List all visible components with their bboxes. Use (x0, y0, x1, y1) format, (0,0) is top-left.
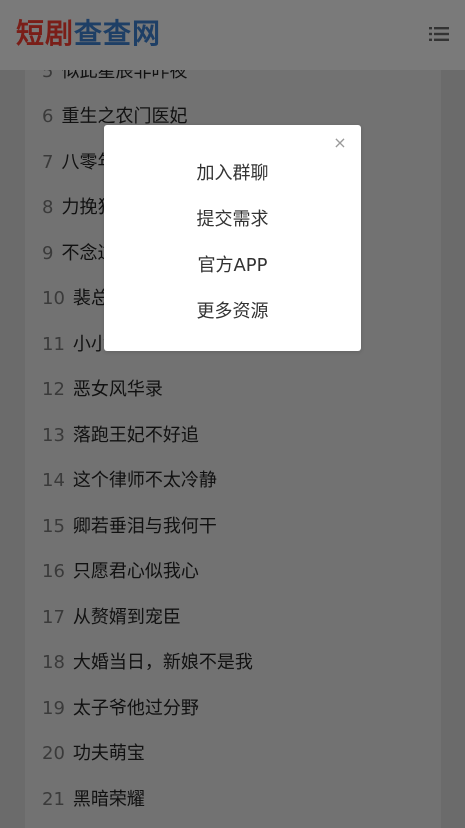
list-item[interactable]: 14 这个律师不太冷静 (42, 466, 217, 496)
list-item[interactable]: 18 大婚当日，新娘不是我 (42, 648, 253, 678)
list-item-title[interactable]: 卿若垂泪与我何干 (73, 516, 217, 537)
list-item[interactable]: 20 功夫萌宝 (42, 739, 145, 769)
more-resources-button[interactable]: 更多资源 (104, 297, 361, 327)
logo-text-blue: 查查网 (74, 17, 162, 50)
list-item-title[interactable]: 重生之农门医妃 (61, 106, 187, 127)
list-item-number: 20 (42, 743, 65, 764)
list-item-title[interactable]: 落跑王妃不好追 (73, 425, 199, 446)
list-item-title[interactable]: 大婚当日，新娘不是我 (73, 652, 253, 673)
list-item-number: 13 (42, 425, 65, 446)
site-header: 短剧查查网 (0, 0, 465, 70)
list-item-number: 19 (42, 698, 65, 719)
list-item-number: 9 (42, 243, 54, 264)
list-item-title[interactable]: 这个律师不太冷静 (73, 470, 217, 491)
list-item-title[interactable]: 黑暗荣耀 (73, 789, 145, 810)
list-item-number: 14 (42, 470, 65, 491)
list-item-number: 10 (42, 288, 65, 309)
popup-menu-dialog: × 加入群聊 提交需求 官方APP 更多资源 (104, 125, 361, 351)
official-app-button[interactable]: 官方APP (104, 251, 361, 281)
list-item[interactable]: 15 卿若垂泪与我何干 (42, 512, 217, 542)
list-item-title[interactable]: 太子爷他过分野 (73, 698, 199, 719)
join-group-button[interactable]: 加入群聊 (104, 159, 361, 189)
list-item-title[interactable]: 从赘婿到宠臣 (73, 607, 181, 628)
list-item-title[interactable]: 功夫萌宝 (73, 743, 145, 764)
list-item-number: 18 (42, 652, 65, 673)
list-item[interactable]: 16 只愿君心似我心 (42, 557, 199, 587)
list-item-number: 6 (42, 106, 54, 127)
list-item-number: 16 (42, 561, 65, 582)
list-menu-icon[interactable] (429, 25, 449, 43)
list-item-number: 15 (42, 516, 65, 537)
submit-request-button[interactable]: 提交需求 (104, 205, 361, 235)
list-item-number: 12 (42, 379, 65, 400)
list-item-number: 17 (42, 607, 65, 628)
list-item[interactable]: 10 裴总 (42, 284, 109, 314)
list-item[interactable]: 13 落跑王妃不好追 (42, 421, 199, 451)
list-item[interactable]: 11 小小 (42, 330, 109, 360)
list-item-number: 7 (42, 152, 54, 173)
list-item[interactable]: 19 太子爷他过分野 (42, 694, 199, 724)
list-item-number: 21 (42, 789, 65, 810)
list-item-title[interactable]: 恶女风华录 (73, 379, 163, 400)
list-item[interactable]: 17 从赘婿到宠臣 (42, 603, 181, 633)
list-item-number: 11 (42, 334, 65, 355)
logo-text-red: 短剧 (16, 17, 75, 50)
list-item[interactable]: 12 恶女风华录 (42, 375, 163, 405)
list-item[interactable]: 21 黑暗荣耀 (42, 785, 145, 815)
list-item-number: 8 (42, 197, 54, 218)
list-item-title[interactable]: 只愿君心似我心 (73, 561, 199, 582)
site-logo[interactable]: 短剧查查网 (16, 14, 161, 54)
close-icon[interactable]: × (333, 135, 347, 151)
